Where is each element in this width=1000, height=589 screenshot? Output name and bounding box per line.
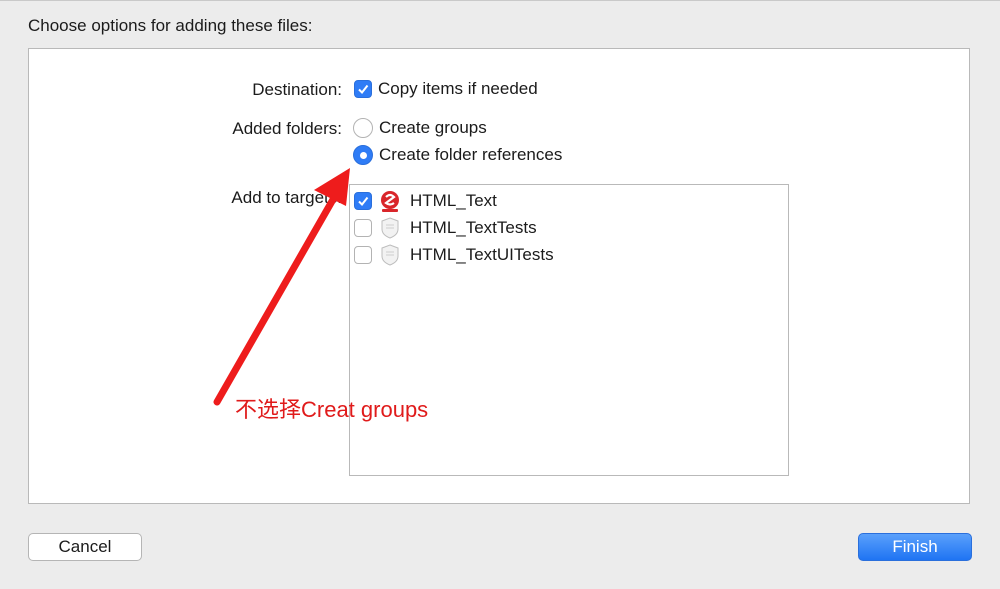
destination-label: Destination: <box>252 80 342 99</box>
create-groups-label: Create groups <box>379 118 487 137</box>
cancel-button[interactable]: Cancel <box>28 533 142 561</box>
target-checkbox[interactable] <box>354 192 372 210</box>
target-name: HTML_TextTests <box>410 218 537 237</box>
create-folder-references-option[interactable]: Create folder references <box>353 145 562 165</box>
checkmark-icon <box>358 196 369 207</box>
copy-items-label: Copy items if needed <box>378 79 538 98</box>
test-bundle-icon <box>381 244 399 266</box>
dialog-heading: Choose options for adding these files: <box>28 16 313 35</box>
annotation-text: 不选择Creat groups <box>235 397 429 422</box>
finish-button[interactable]: Finish <box>858 533 972 561</box>
create-groups-radio[interactable] <box>353 118 373 138</box>
target-name: HTML_TextUITests <box>410 245 554 264</box>
add-to-targets-label: Add to targets: <box>231 188 342 207</box>
target-row-html-text[interactable]: HTML_Text <box>354 189 497 213</box>
added-folders-label: Added folders: <box>232 119 342 138</box>
create-folder-references-radio[interactable] <box>353 145 373 165</box>
create-folder-references-label: Create folder references <box>379 145 563 164</box>
checkmark-icon <box>358 84 369 95</box>
copy-items-option[interactable]: Copy items if needed <box>354 79 538 99</box>
test-bundle-icon <box>381 217 399 239</box>
target-row-html-textuitests[interactable]: HTML_TextUITests <box>354 243 554 267</box>
copy-items-checkbox[interactable] <box>354 80 372 98</box>
target-row-html-texttests[interactable]: HTML_TextTests <box>354 216 537 240</box>
create-groups-option[interactable]: Create groups <box>353 118 487 138</box>
options-panel: Destination: Copy items if needed Added … <box>28 48 970 504</box>
target-checkbox[interactable] <box>354 219 372 237</box>
target-checkbox[interactable] <box>354 246 372 264</box>
targets-list[interactable]: HTML_Text HTML_TextTests HTML_TextUITest… <box>349 184 789 476</box>
window-top-border <box>0 0 1000 1</box>
target-name: HTML_Text <box>410 191 497 210</box>
app-target-icon <box>381 191 399 212</box>
